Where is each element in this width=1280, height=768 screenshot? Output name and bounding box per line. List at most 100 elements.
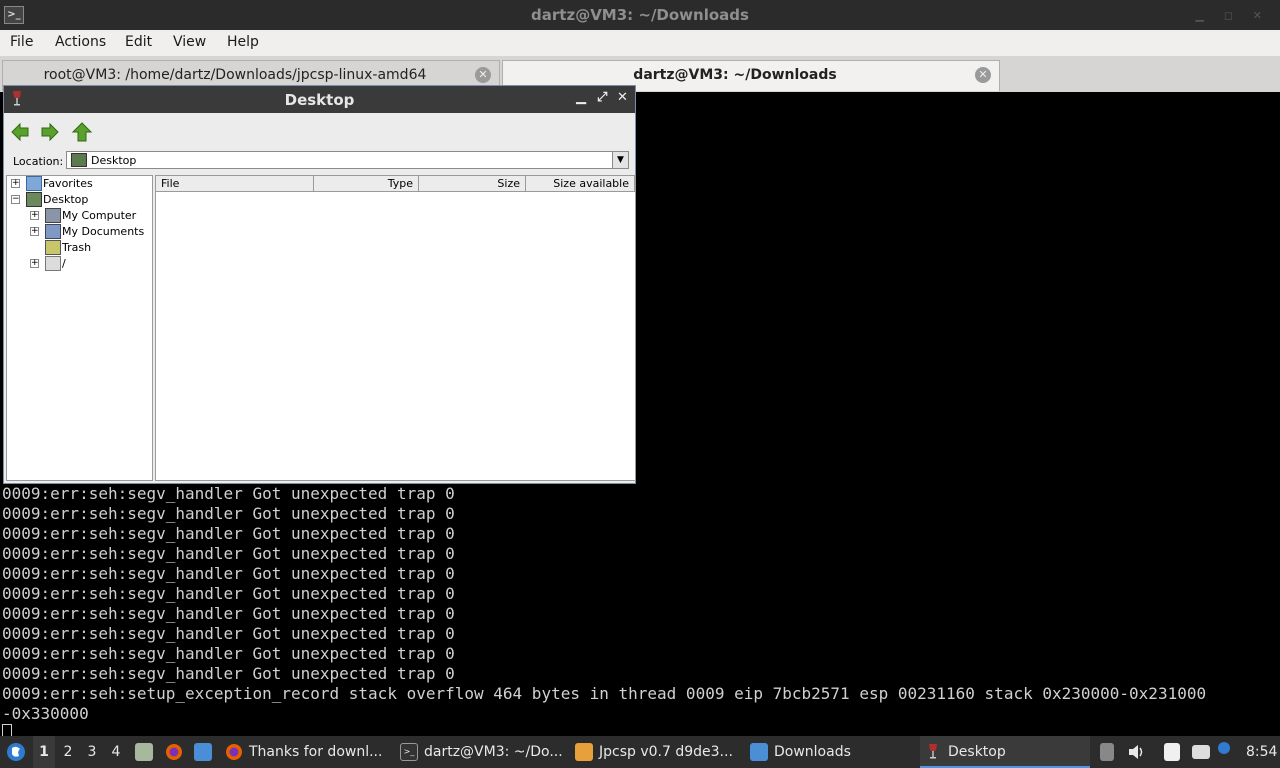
task-label: Thanks for downl... — [249, 744, 383, 760]
task-downloads[interactable]: Downloads — [750, 736, 915, 768]
workspace-4[interactable]: 4 — [105, 736, 127, 768]
desktop-icon — [71, 153, 87, 167]
terminal-line: 0009:err:seh:segv_handler Got unexpected… — [2, 524, 455, 543]
menu-file[interactable]: File — [10, 34, 33, 50]
documents-icon — [45, 224, 61, 239]
menubar: File Actions Edit View Help — [0, 30, 1280, 56]
terminal-line: 0009:err:seh:segv_handler Got unexpected… — [2, 584, 455, 603]
menu-edit[interactable]: Edit — [125, 34, 152, 50]
column-header-type[interactable]: Type — [314, 176, 419, 192]
explorer-window[interactable]: Desktop ▁ ⤢ ✕ Location: Desktop ▼ + Favo… — [3, 85, 636, 484]
folder-icon — [750, 743, 768, 761]
maximize-icon[interactable]: ⤢ — [597, 90, 607, 105]
wine-glass-icon — [929, 744, 937, 759]
terminal-line: 0009:err:seh:segv_handler Got unexpected… — [2, 644, 455, 663]
task-terminal[interactable]: >_ dartz@VM3: ~/Do... — [400, 736, 565, 768]
terminal-icon: >_ — [400, 743, 418, 761]
terminal-prompt — [2, 724, 1206, 736]
folder-tree[interactable]: + Favorites − Desktop + My Computer + My… — [6, 175, 153, 481]
terminal-line: 0009:err:seh:segv_handler Got unexpected… — [2, 564, 455, 583]
terminal-line: 0009:err:seh:segv_handler Got unexpected… — [2, 664, 455, 683]
column-header-size[interactable]: Size — [419, 176, 526, 192]
back-arrow-icon[interactable] — [10, 122, 30, 142]
close-icon[interactable]: ✕ — [475, 67, 491, 83]
clock[interactable]: 8:54 — [1246, 736, 1277, 768]
tree-label: My Documents — [62, 225, 145, 238]
firefox-launcher-icon[interactable] — [165, 743, 183, 761]
task-label: Jpcsp v0.7 d9de3... — [599, 744, 733, 760]
tab-label: dartz@VM3: ~/Downloads — [633, 67, 837, 83]
terminal-line: -0x330000 — [2, 704, 89, 723]
task-firefox[interactable]: Thanks for downl... — [225, 736, 390, 768]
menu-view[interactable]: View — [173, 34, 206, 50]
terminal-lines: 0009:err:seh:segv_handler Got unexpected… — [2, 484, 1206, 736]
tree-item-favorites[interactable]: + Favorites — [11, 176, 151, 192]
workspace-3[interactable]: 3 — [81, 736, 103, 768]
taskbar: 1 2 3 4 Thanks for downl... >_ dartz@VM3… — [0, 736, 1280, 768]
tree-item-root[interactable]: + / — [30, 256, 152, 272]
folder-launcher-icon[interactable] — [194, 743, 212, 761]
tree-label: / — [62, 257, 66, 270]
tree-item-my-documents[interactable]: + My Documents — [30, 224, 152, 240]
file-list[interactable]: File Type Size Size available — [155, 175, 636, 481]
workspace-2[interactable]: 2 — [57, 736, 79, 768]
task-jpcsp[interactable]: Jpcsp v0.7 d9de3... — [575, 736, 740, 768]
terminal-line: 0009:err:seh:segv_handler Got unexpected… — [2, 484, 455, 503]
tree-label: Desktop — [43, 193, 89, 206]
cursor — [2, 724, 12, 736]
column-header-size-available[interactable]: Size available — [526, 176, 635, 192]
menu-help[interactable]: Help — [227, 34, 259, 50]
tree-item-my-computer[interactable]: + My Computer — [30, 208, 152, 224]
tree-item-desktop[interactable]: − Desktop — [11, 192, 151, 208]
tab-label: root@VM3: /home/dartz/Downloads/jpcsp-li… — [43, 67, 427, 83]
terminal-line: 0009:err:seh:segv_handler Got unexpected… — [2, 504, 455, 523]
location-label: Location: — [13, 155, 64, 168]
network-icon[interactable] — [1192, 745, 1210, 759]
workspace-1[interactable]: 1 — [33, 736, 55, 768]
window-controls[interactable]: ▁ ◻ ✕ — [1196, 9, 1270, 22]
tree-label: My Computer — [62, 209, 137, 222]
expand-icon[interactable]: + — [11, 179, 20, 188]
computer-icon — [45, 208, 61, 223]
expand-icon[interactable]: + — [30, 259, 39, 268]
terminal-line: 0009:err:seh:segv_handler Got unexpected… — [2, 624, 455, 643]
update-notification-icon[interactable] — [1218, 742, 1230, 754]
clipboard-icon[interactable] — [1164, 743, 1180, 761]
task-desktop[interactable]: Desktop — [920, 736, 1090, 768]
location-bar: Location: Desktop ▼ — [4, 149, 635, 173]
location-value: Desktop — [91, 154, 137, 167]
explorer-titlebar[interactable]: Desktop ▁ ⤢ ✕ — [4, 86, 635, 113]
drive-icon — [45, 256, 61, 271]
expand-icon[interactable]: + — [30, 211, 39, 220]
task-label: Downloads — [774, 744, 851, 760]
firefox-icon — [226, 744, 242, 760]
location-dropdown[interactable]: Desktop ▼ — [66, 151, 629, 169]
minimize-icon[interactable]: ▁ — [576, 90, 586, 105]
explorer-toolbar — [4, 113, 635, 149]
column-header-file[interactable]: File — [156, 176, 314, 192]
window-title: dartz@VM3: ~/Downloads — [531, 6, 749, 24]
window-titlebar: >_ dartz@VM3: ~/Downloads ▁ ◻ ✕ — [0, 0, 1280, 30]
expand-icon[interactable]: + — [30, 227, 39, 236]
desktop-icon — [26, 192, 42, 207]
forward-arrow-icon[interactable] — [40, 122, 60, 142]
start-menu-icon[interactable] — [6, 742, 26, 762]
folder-icon — [26, 176, 42, 191]
up-arrow-icon[interactable] — [72, 122, 92, 142]
tray-package-icon[interactable] — [1100, 743, 1114, 761]
file-manager-launcher-icon[interactable] — [135, 743, 153, 761]
terminal-line: 0009:err:seh:segv_handler Got unexpected… — [2, 544, 455, 563]
jpcsp-icon — [575, 743, 593, 761]
chevron-down-icon[interactable]: ▼ — [612, 152, 628, 168]
terminal-line: 0009:err:seh:segv_handler Got unexpected… — [2, 604, 455, 623]
terminal-line: 0009:err:seh:setup_exception_record stac… — [2, 684, 1207, 703]
tree-item-trash[interactable]: Trash — [30, 240, 152, 256]
close-icon[interactable]: ✕ — [975, 67, 991, 83]
menu-actions[interactable]: Actions — [55, 34, 106, 50]
task-label: dartz@VM3: ~/Do... — [424, 744, 563, 760]
trash-icon — [45, 240, 61, 255]
close-icon[interactable]: ✕ — [617, 90, 628, 105]
tree-label: Trash — [62, 241, 92, 254]
volume-icon[interactable] — [1127, 743, 1145, 761]
collapse-icon[interactable]: − — [11, 195, 20, 204]
